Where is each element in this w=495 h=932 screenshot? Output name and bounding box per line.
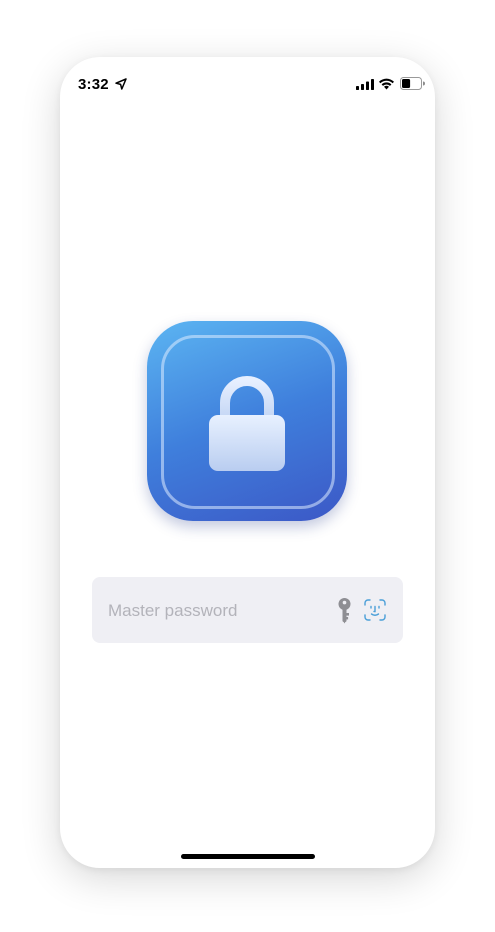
status-bar: 3:32 [60, 57, 435, 111]
phone-screen: 3:32 Master password [60, 57, 435, 868]
home-indicator[interactable] [181, 854, 315, 859]
battery-icon [400, 77, 425, 90]
cellular-signal-icon [356, 79, 374, 90]
status-time: 3:32 [78, 76, 109, 93]
face-id-icon[interactable] [364, 599, 386, 621]
key-icon[interactable] [337, 598, 352, 624]
wifi-icon [379, 78, 394, 90]
app-icon [147, 321, 347, 521]
master-password-field[interactable]: Master password [92, 577, 403, 643]
padlock-icon [209, 376, 285, 471]
master-password-placeholder: Master password [108, 601, 238, 620]
location-arrow-icon [115, 78, 127, 90]
